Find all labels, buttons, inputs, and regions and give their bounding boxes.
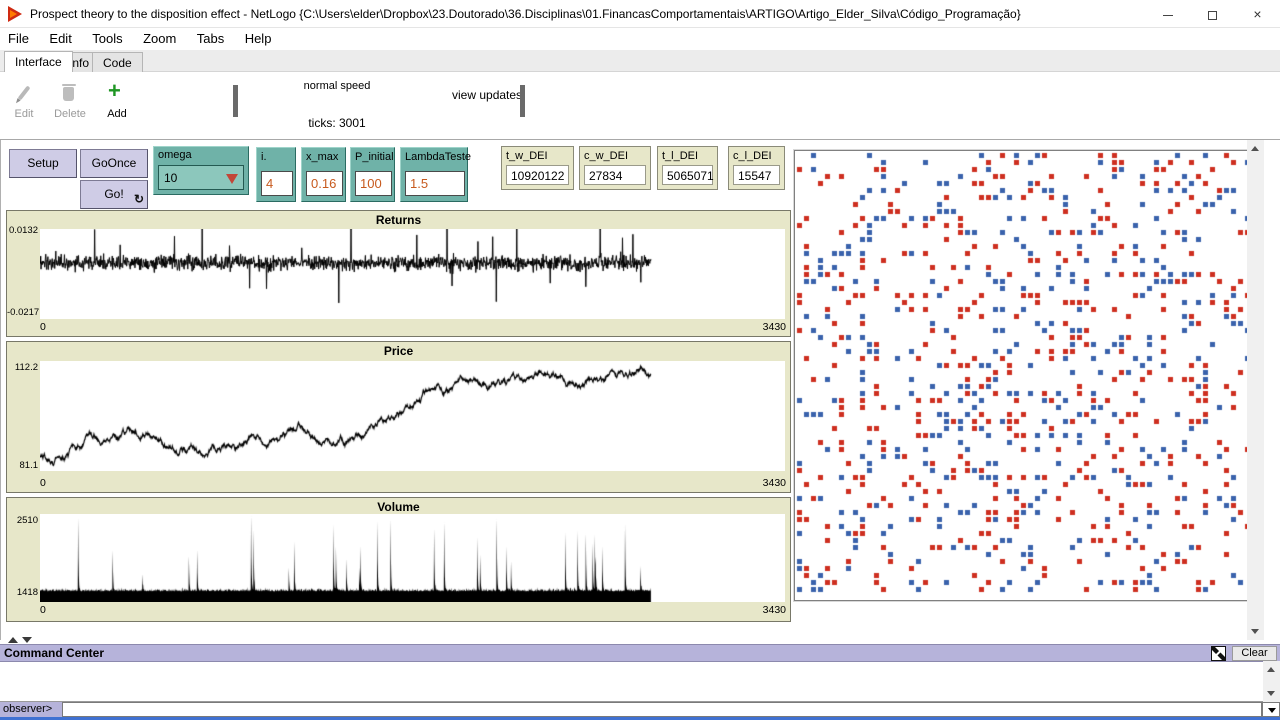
menu-zoom[interactable]: Zoom xyxy=(135,28,184,46)
returns-x-max-tick: 3430 xyxy=(763,321,786,333)
plot-volume: Volume 2510 1418 0 3430 xyxy=(6,497,791,622)
omega-chooser-label: omega xyxy=(158,149,192,161)
menu-help[interactable]: Help xyxy=(237,28,280,46)
window-title: Prospect theory to the disposition effec… xyxy=(30,7,1021,21)
price-y-min-tick: 81.1 xyxy=(7,460,38,471)
menu-edit[interactable]: Edit xyxy=(41,28,79,46)
input-x-max-field[interactable] xyxy=(306,171,343,196)
interface-workspace: Setup GoOnce Go! ↻ omega 10 i. x_max P_i… xyxy=(0,140,1263,640)
forever-refresh-icon: ↻ xyxy=(134,192,144,206)
tab-interface[interactable]: Interface xyxy=(4,51,73,72)
volume-x-min-tick: 0 xyxy=(40,604,46,616)
volume-x-max-tick: 3430 xyxy=(763,604,786,616)
splitter-down-handle[interactable] xyxy=(22,637,32,643)
omega-chooser[interactable]: omega 10 xyxy=(153,146,249,195)
input-p-initial: P_initial xyxy=(350,147,395,202)
command-prompt-row: observer> xyxy=(0,702,1280,717)
command-input[interactable] xyxy=(62,702,1262,717)
observer-prompt-label: observer> xyxy=(0,702,62,717)
clear-button[interactable]: Clear xyxy=(1232,646,1277,661)
edit-button[interactable]: Edit xyxy=(8,108,40,120)
input-x-max: x_max xyxy=(301,147,346,202)
menu-bar: File Edit Tools Zoom Tabs Help xyxy=(0,28,1280,50)
world-view[interactable] xyxy=(794,150,1255,601)
title-bar: Prospect theory to the disposition effec… xyxy=(0,0,1280,28)
tab-code[interactable]: Code xyxy=(92,52,143,72)
command-center-header: Command Center Clear xyxy=(0,644,1280,661)
prompt-context-dropdown[interactable] xyxy=(1262,702,1280,717)
price-x-min-tick: 0 xyxy=(40,477,46,489)
interface-toolbar: Edit Delete + Add abc Button normal spee… xyxy=(0,72,1280,140)
omega-chooser-value[interactable]: 10 xyxy=(158,165,244,190)
plot-price-title: Price xyxy=(7,344,790,358)
input-lambda-teste-field[interactable] xyxy=(405,171,465,196)
scroll-up-icon xyxy=(1251,146,1259,151)
delete-button[interactable]: Delete xyxy=(50,108,90,120)
go-forever-button[interactable]: Go! ↻ xyxy=(80,180,148,209)
minimize-button[interactable] xyxy=(1145,0,1190,28)
speed-slider-label: normal speed xyxy=(262,80,412,92)
netlogo-app-icon-inner xyxy=(10,10,17,18)
plot-price-canvas xyxy=(40,361,785,471)
menu-file[interactable]: File xyxy=(0,28,37,46)
command-center-scrollbar[interactable] xyxy=(1263,661,1280,702)
edit-pencil-icon xyxy=(17,85,30,100)
go-once-button[interactable]: GoOnce xyxy=(80,149,148,178)
cc-scroll-up-icon xyxy=(1267,667,1275,672)
input-lambda-teste: LambdaTeste xyxy=(400,147,468,202)
prompt-dropdown-icon xyxy=(1268,708,1276,713)
cc-scroll-down-button[interactable] xyxy=(1263,685,1280,702)
monitor-c-w-dei: c_w_DEI 27834 xyxy=(579,146,651,190)
workspace-scrollbar[interactable] xyxy=(1247,140,1264,640)
ticks-counter: ticks: 3001 xyxy=(262,116,412,130)
returns-y-max-tick: 0.0132 xyxy=(7,225,38,236)
toolbar-separator xyxy=(233,85,238,117)
input-i-field[interactable] xyxy=(261,171,293,196)
scroll-up-button[interactable] xyxy=(1247,140,1264,157)
plot-returns-canvas xyxy=(40,229,785,319)
price-y-max-tick: 112.2 xyxy=(7,362,38,373)
world-view-canvas[interactable] xyxy=(796,152,1253,599)
add-plus-icon: + xyxy=(108,82,121,100)
chooser-dropdown-icon xyxy=(226,174,238,184)
scroll-down-button[interactable] xyxy=(1247,623,1264,640)
volume-y-min-tick: 1418 xyxy=(7,587,38,598)
cc-scroll-up-button[interactable] xyxy=(1263,661,1280,678)
plot-volume-canvas xyxy=(40,514,785,602)
returns-x-min-tick: 0 xyxy=(40,321,46,333)
splitter-up-handle[interactable] xyxy=(8,637,18,643)
price-x-max-tick: 3430 xyxy=(763,477,786,489)
command-center-output xyxy=(0,661,1263,702)
toolbar-separator-2 xyxy=(520,85,525,117)
plot-volume-title: Volume xyxy=(7,500,790,514)
monitor-c-l-dei: c_l_DEI 15547 xyxy=(728,146,785,190)
input-p-initial-field[interactable] xyxy=(355,171,392,196)
plot-returns: Returns 0.0132 -0.0217 0 3430 xyxy=(6,210,791,337)
volume-y-max-tick: 2510 xyxy=(7,515,38,526)
menu-tools[interactable]: Tools xyxy=(84,28,130,46)
monitor-t-w-dei: t_w_DEI 10920122 xyxy=(501,146,574,190)
add-button[interactable]: Add xyxy=(100,108,134,120)
tab-bar: Interface Info Code xyxy=(0,50,1280,72)
scroll-down-icon xyxy=(1251,629,1259,634)
setup-button[interactable]: Setup xyxy=(9,149,77,178)
plot-returns-title: Returns xyxy=(7,213,790,227)
command-center-title: Command Center xyxy=(4,646,104,660)
cc-scroll-down-icon xyxy=(1267,691,1275,696)
monitor-t-l-dei: t_l_DEI 5065071 xyxy=(657,146,718,190)
command-center-resize-icon[interactable] xyxy=(1211,646,1226,661)
netlogo-window: Prospect theory to the disposition effec… xyxy=(0,0,1280,720)
plot-price: Price 112.2 81.1 0 3430 xyxy=(6,341,791,493)
menu-tabs[interactable]: Tabs xyxy=(189,28,232,46)
input-i: i. xyxy=(256,147,296,202)
delete-trash-icon xyxy=(62,84,76,86)
maximize-button[interactable] xyxy=(1190,0,1235,28)
close-button[interactable]: × xyxy=(1235,0,1280,28)
returns-y-min-tick: -0.0217 xyxy=(7,307,38,318)
delete-trash-body-icon xyxy=(63,87,74,101)
